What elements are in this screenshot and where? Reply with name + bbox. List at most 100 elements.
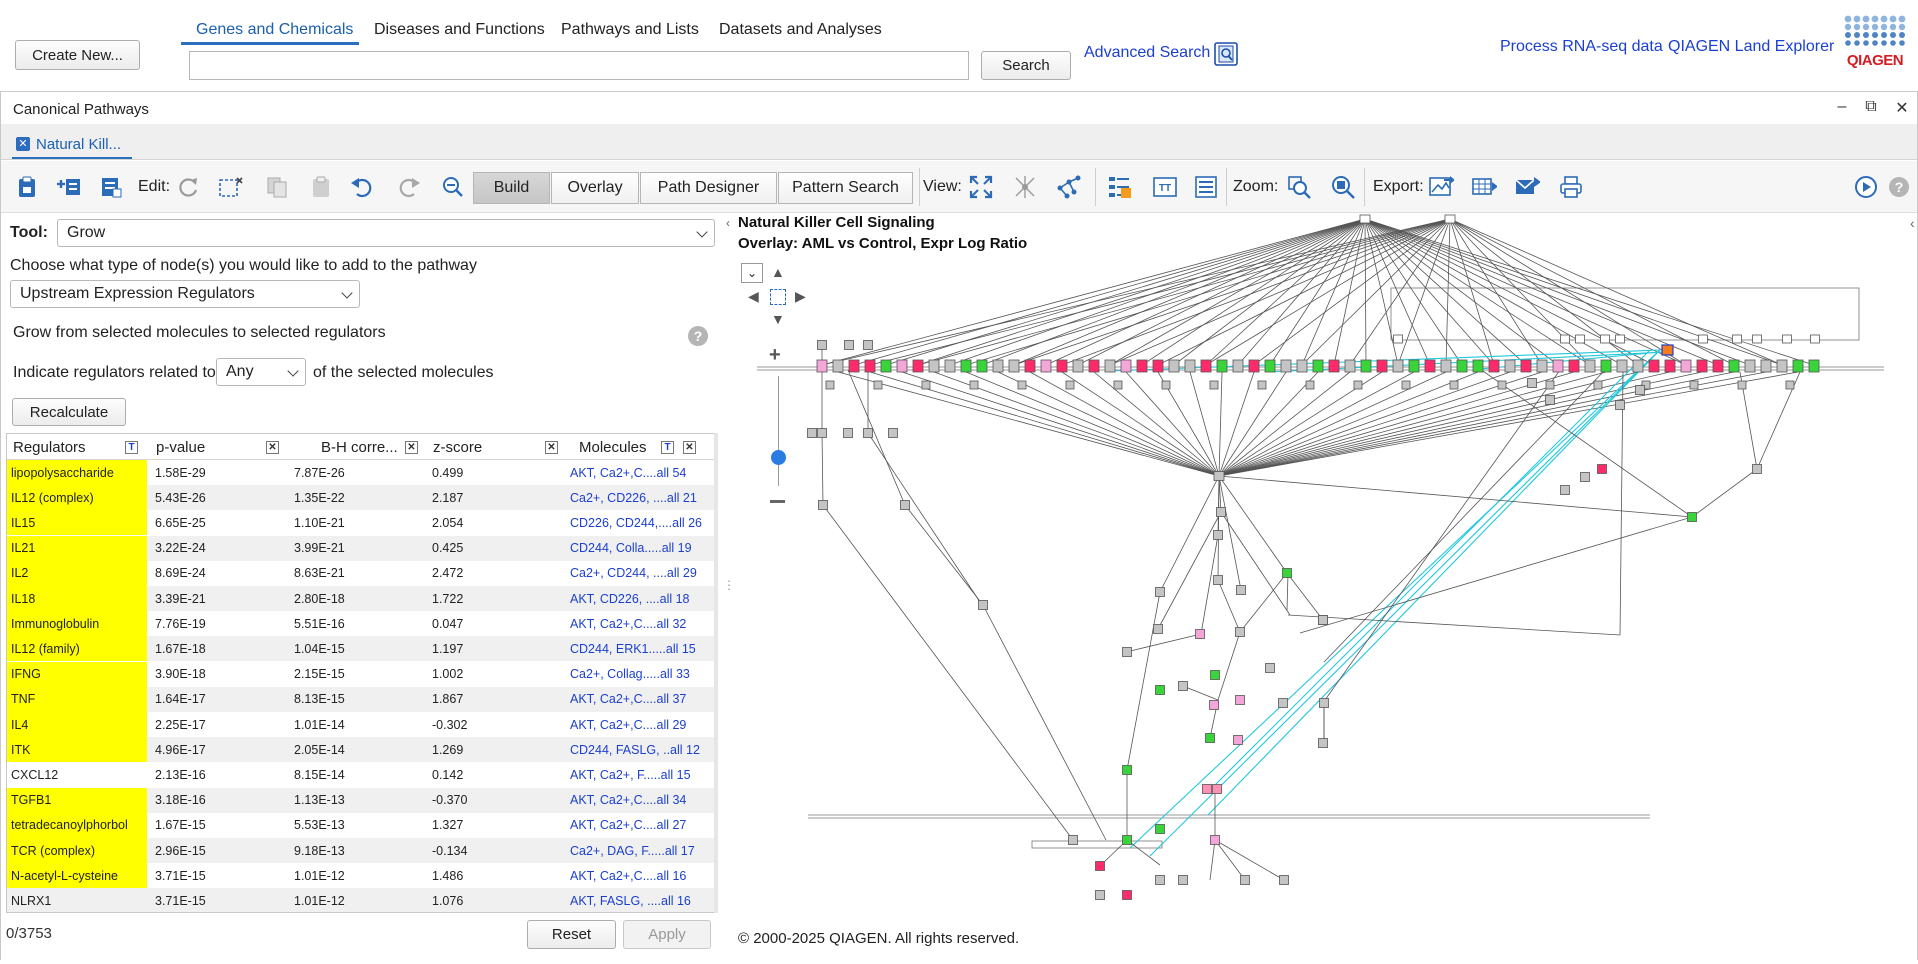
pathway-node[interactable] (1560, 485, 1570, 495)
pathway-node[interactable] (1344, 359, 1356, 373)
pathway-node[interactable] (825, 380, 835, 390)
molecules-link[interactable]: AKT, Ca2+,C....all 29 (566, 712, 706, 737)
pathway-node[interactable] (1296, 359, 1308, 373)
zoom-slider-track[interactable] (778, 376, 779, 486)
pathway-node[interactable] (1312, 359, 1324, 373)
pathway-node[interactable] (1122, 765, 1132, 775)
table-row[interactable]: CXCL12 2.13E-16 8.15E-14 0.142 AKT, Ca2+, F.… (7, 762, 717, 787)
pathway-node[interactable] (1202, 784, 1212, 794)
table-row[interactable]: N-acetyl-L-cysteine 3.71E-15 1.01E-12 1.486… (7, 863, 717, 889)
zoom-out-icon[interactable] (440, 174, 466, 200)
molecules-link[interactable]: CD244, FASLG, ..all 12 (566, 737, 706, 762)
restore-icon[interactable]: ⧉ (1861, 98, 1881, 116)
qiagen-land-explorer-link[interactable]: QIAGEN Land Explorer (1668, 38, 1834, 56)
recalculate-button[interactable]: Recalculate (12, 398, 126, 426)
copy-icon[interactable] (264, 174, 290, 200)
molecules-link[interactable]: AKT, Ca2+,C....all 27 (566, 813, 706, 838)
pathway-node[interactable] (1155, 685, 1165, 695)
pathway-node[interactable] (1264, 359, 1276, 373)
legend-icon[interactable] (1107, 174, 1133, 200)
pathway-node[interactable] (912, 359, 924, 373)
pathway-node[interactable] (1552, 359, 1564, 373)
pathway-node[interactable] (848, 359, 860, 373)
refresh-icon[interactable] (176, 174, 202, 200)
zoom-selection-icon[interactable] (1330, 174, 1356, 200)
pathway-node[interactable] (978, 600, 988, 610)
pathway-node[interactable] (1580, 472, 1590, 482)
indicate-select[interactable]: Any (216, 358, 306, 386)
pathway-node[interactable] (1732, 334, 1742, 344)
pan-up-icon[interactable]: ▲ (771, 264, 785, 280)
expand-left-icon[interactable]: ‹ (726, 216, 730, 230)
pathway-node[interactable] (843, 428, 853, 438)
pathway-node[interactable] (1687, 512, 1697, 522)
pathway-node[interactable] (863, 340, 873, 350)
table-row[interactable]: IL2 8.69E-24 8.63E-21 2.472 Ca2+, CD244, ...… (7, 560, 717, 586)
pathway-node[interactable] (1248, 359, 1260, 373)
pathway-node[interactable] (1782, 334, 1792, 344)
nav-tab-pathways-lists[interactable]: Pathways and Lists (561, 14, 699, 46)
pathway-node[interactable] (1282, 568, 1292, 578)
filter-icon[interactable]: T (661, 441, 674, 454)
print-icon[interactable] (1558, 174, 1584, 200)
pathway-node[interactable] (900, 500, 910, 510)
search-button[interactable]: Search (981, 51, 1071, 80)
pathway-node[interactable] (1584, 359, 1596, 373)
process-rnaseq-link[interactable]: Process RNA-seq data (1500, 38, 1663, 56)
pathway-node[interactable] (1632, 359, 1644, 373)
pathway-node[interactable] (1760, 359, 1772, 373)
pathway-node[interactable] (1520, 359, 1532, 373)
pathway-node[interactable] (1504, 359, 1516, 373)
export-email-icon[interactable] (1514, 174, 1540, 200)
fit-to-screen-icon[interactable] (968, 174, 994, 200)
pathway-node[interactable] (1401, 380, 1411, 390)
pathway-node[interactable] (1209, 700, 1219, 710)
pathway-node[interactable] (1212, 784, 1222, 794)
pathway-node[interactable] (1744, 359, 1756, 373)
pathway-node[interactable] (1353, 380, 1363, 390)
pathway-node[interactable] (1560, 334, 1570, 344)
pathway-node[interactable] (1545, 380, 1555, 390)
pathway-node[interactable] (1545, 395, 1555, 405)
table-row[interactable]: tetradecanoylphorbol 1.67E-15 5.53E-13 1.32… (7, 812, 717, 838)
pathway-node[interactable] (1635, 385, 1645, 395)
molecules-link[interactable]: CD244, ERK1.....all 15 (566, 636, 706, 661)
remove-column-icon[interactable]: ✕ (683, 441, 696, 454)
collapse-controls-icon[interactable]: ⌄ (741, 263, 763, 283)
advanced-search-icon[interactable] (1213, 41, 1239, 67)
pathway-node[interactable] (1615, 400, 1625, 410)
pathway-node[interactable] (817, 340, 827, 350)
pathway-node[interactable] (1122, 647, 1132, 657)
pathway-node[interactable] (1088, 359, 1100, 373)
pathway-node[interactable] (1737, 380, 1747, 390)
tool-select[interactable]: Grow (57, 219, 715, 247)
pathway-node[interactable] (816, 359, 828, 373)
pathway-node[interactable] (1257, 380, 1267, 390)
table-row[interactable]: IL15 6.65E-25 1.10E-21 2.054 CD226, CD244,..… (7, 510, 717, 536)
pathway-node[interactable] (1205, 733, 1215, 743)
pathway-node[interactable] (807, 428, 817, 438)
pathway-node[interactable] (1233, 735, 1243, 745)
table-row[interactable]: IL12 (complex) 5.43E-26 1.35E-22 2.187 Ca2+,… (7, 485, 717, 511)
pathway-node[interactable] (1456, 359, 1468, 373)
panel-divider-handle[interactable]: ⋮ (723, 578, 735, 598)
pathway-node[interactable] (1278, 698, 1288, 708)
table-scrollbar[interactable] (714, 433, 718, 913)
pathway-node[interactable] (1210, 670, 1220, 680)
filter-icon[interactable]: T (125, 441, 138, 454)
remove-column-icon[interactable]: ✕ (405, 441, 418, 454)
pathway-node[interactable] (1472, 359, 1484, 373)
pathway-node[interactable] (1153, 624, 1163, 634)
pathway-node[interactable] (1615, 334, 1625, 344)
pathway-node[interactable] (1265, 663, 1275, 673)
pathway-node[interactable] (1593, 380, 1603, 390)
pathway-node[interactable] (1178, 681, 1188, 691)
pathway-node[interactable] (1568, 359, 1580, 373)
molecules-link[interactable]: Ca2+, CD226, ....all 21 (566, 485, 706, 510)
undo-icon[interactable] (349, 174, 375, 200)
pathway-node[interactable] (1752, 464, 1762, 474)
pathway-node[interactable] (1232, 359, 1244, 373)
pathway-node[interactable] (1216, 359, 1228, 373)
pathway-node[interactable] (1120, 359, 1132, 373)
pathway-node[interactable] (1575, 334, 1585, 344)
